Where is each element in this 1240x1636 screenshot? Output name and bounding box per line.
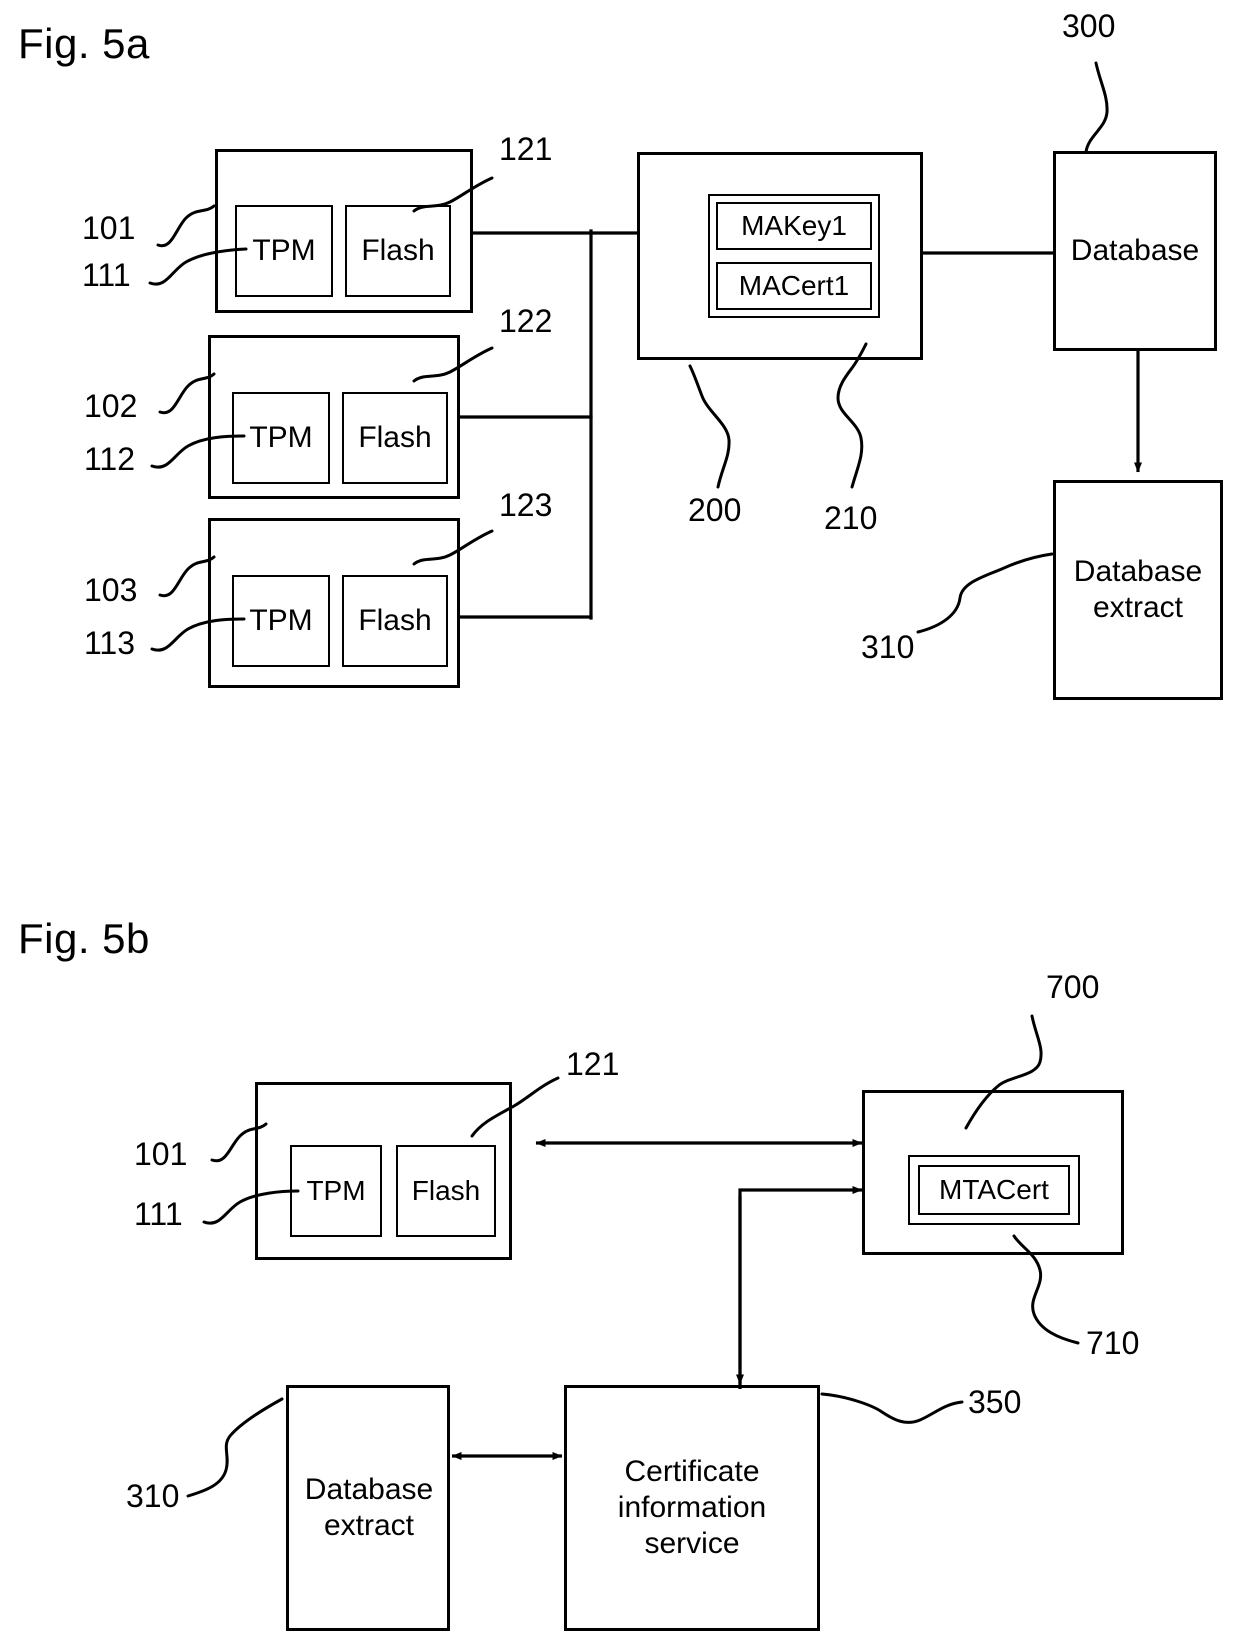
ref-350: 350 — [968, 1384, 1022, 1420]
database-extract-label-5b: Database extract — [276, 1385, 462, 1631]
ref-103: 103 — [84, 572, 138, 608]
database-extract-line1-5b: Database — [304, 1473, 434, 1506]
database-extract-line2-5b: extract — [323, 1509, 415, 1542]
ref-111-5b: 111 — [134, 1196, 183, 1232]
ref-210: 210 — [824, 500, 878, 536]
database-extract-line1-5a: Database — [1073, 555, 1203, 588]
patent-figure-sheet: Fig. 5a TPM Flash TPM Flash TPM Flash MA… — [0, 0, 1240, 1636]
database-extract-line2-5a: extract — [1092, 591, 1184, 624]
ref-121: 121 — [499, 131, 553, 167]
mtacert-label: MTACert — [939, 1174, 1049, 1205]
ref-122: 122 — [499, 303, 553, 339]
ref-200: 200 — [688, 492, 742, 528]
ref-710: 710 — [1086, 1325, 1140, 1361]
ref-310-5a: 310 — [861, 629, 915, 665]
device-102-flash-label: Flash — [358, 421, 432, 454]
device-103-tpm-label: TPM — [249, 604, 313, 637]
ref-102: 102 — [84, 388, 138, 424]
macert1-label: MACert1 — [738, 270, 850, 301]
device-101-flash-label: Flash — [361, 234, 435, 267]
figure-title-5a: Fig. 5a — [18, 20, 150, 67]
database-extract-label-5a: Database extract — [1043, 480, 1233, 700]
device-101-flash-label-5b: Flash — [411, 1175, 481, 1206]
cert-service-line1: Certificate — [624, 1455, 760, 1488]
ref-101-5b: 101 — [134, 1136, 188, 1172]
ref-113: 113 — [84, 625, 136, 661]
cert-service-line3: service — [644, 1527, 740, 1560]
device-103-flash-label: Flash — [358, 604, 432, 637]
ref-123: 123 — [499, 487, 553, 523]
device-101-tpm-label-5b: TPM — [306, 1175, 366, 1206]
ref-300: 300 — [1062, 8, 1116, 44]
cert-service-line2: information — [617, 1491, 767, 1524]
makey1-label: MAKey1 — [741, 210, 847, 241]
certificate-information-service-label: Certificate information service — [564, 1385, 820, 1631]
ref-112: 112 — [84, 441, 136, 477]
ref-700: 700 — [1046, 969, 1100, 1005]
figure-title-5b: Fig. 5b — [18, 915, 150, 962]
database-label: Database — [1070, 234, 1200, 267]
ref-101: 101 — [82, 210, 136, 246]
ref-111: 111 — [82, 257, 131, 293]
ref-121-5b: 121 — [566, 1046, 620, 1082]
ref-310-5b: 310 — [126, 1478, 180, 1514]
device-102-tpm-label: TPM — [249, 421, 313, 454]
device-101-tpm-label: TPM — [252, 234, 316, 267]
